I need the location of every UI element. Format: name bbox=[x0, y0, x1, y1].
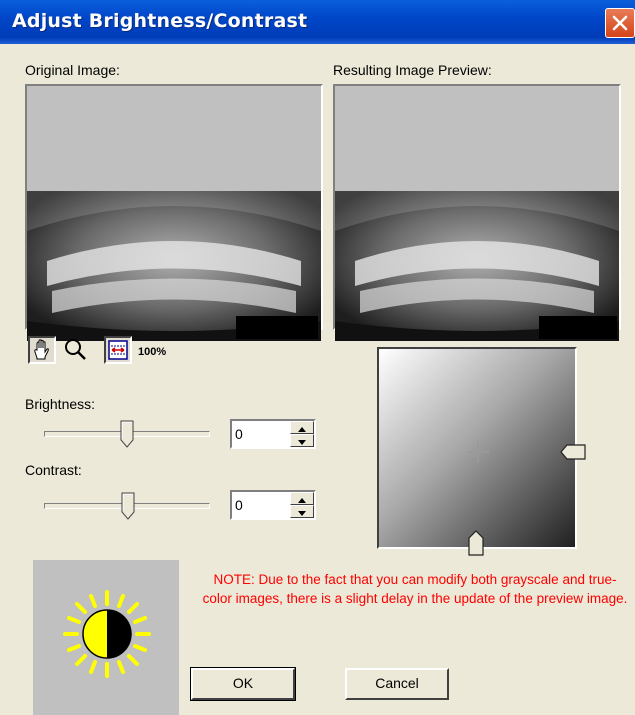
note-text: NOTE: Due to the fact that you can modif… bbox=[202, 572, 628, 606]
contrast-label: Contrast: bbox=[25, 462, 82, 478]
100-percent-icon: 100% bbox=[138, 346, 166, 358]
contrast-down-button[interactable] bbox=[290, 505, 314, 518]
brightness-preview-panel bbox=[33, 560, 179, 715]
brightness-marker[interactable] bbox=[467, 530, 485, 556]
svg-text:100%: 100% bbox=[138, 346, 166, 358]
crosshair-icon bbox=[467, 441, 489, 463]
brightness-input[interactable] bbox=[235, 424, 290, 444]
cancel-button[interactable]: Cancel bbox=[345, 668, 449, 700]
arrow-down-icon bbox=[298, 511, 306, 516]
contrast-slider-thumb[interactable] bbox=[121, 492, 135, 520]
brightness-slider[interactable] bbox=[44, 418, 212, 448]
brightness-label: Brightness: bbox=[25, 396, 96, 412]
title-bar: Adjust Brightness/Contrast bbox=[0, 0, 635, 44]
brightness-slider-thumb[interactable] bbox=[120, 420, 134, 448]
original-image-label: Original Image: bbox=[25, 62, 120, 78]
contrast-slider[interactable] bbox=[44, 490, 212, 520]
hand-icon bbox=[34, 339, 49, 360]
arrow-down-icon bbox=[298, 440, 306, 445]
contrast-input[interactable] bbox=[235, 495, 290, 515]
close-icon bbox=[612, 15, 628, 31]
contrast-marker[interactable] bbox=[560, 443, 587, 461]
sun-icon bbox=[63, 590, 151, 678]
zoom-tool-button[interactable] bbox=[62, 336, 90, 364]
original-image-panel[interactable] bbox=[25, 84, 323, 341]
window-title: Adjust Brightness/Contrast bbox=[12, 10, 308, 32]
preview-image-label: Resulting Image Preview: bbox=[333, 62, 492, 78]
ok-button[interactable]: OK bbox=[190, 667, 296, 701]
contrast-up-button[interactable] bbox=[290, 492, 314, 505]
preview-xray-image bbox=[335, 191, 619, 341]
hand-tool-button[interactable] bbox=[28, 336, 56, 364]
brightness-up-button[interactable] bbox=[290, 421, 314, 434]
brightness-contrast-graph[interactable] bbox=[377, 347, 577, 549]
magnifier-icon bbox=[65, 339, 86, 360]
contrast-spinner[interactable] bbox=[230, 490, 316, 520]
preview-image-panel bbox=[333, 84, 621, 341]
fit-tool-button[interactable] bbox=[104, 336, 132, 364]
close-button[interactable] bbox=[605, 8, 635, 38]
fit-width-icon bbox=[108, 340, 128, 360]
brightness-down-button[interactable] bbox=[290, 434, 314, 447]
actual-size-tool-button[interactable]: 100% bbox=[136, 336, 166, 364]
brightness-spinner[interactable] bbox=[230, 419, 316, 449]
original-xray-image bbox=[27, 191, 321, 341]
